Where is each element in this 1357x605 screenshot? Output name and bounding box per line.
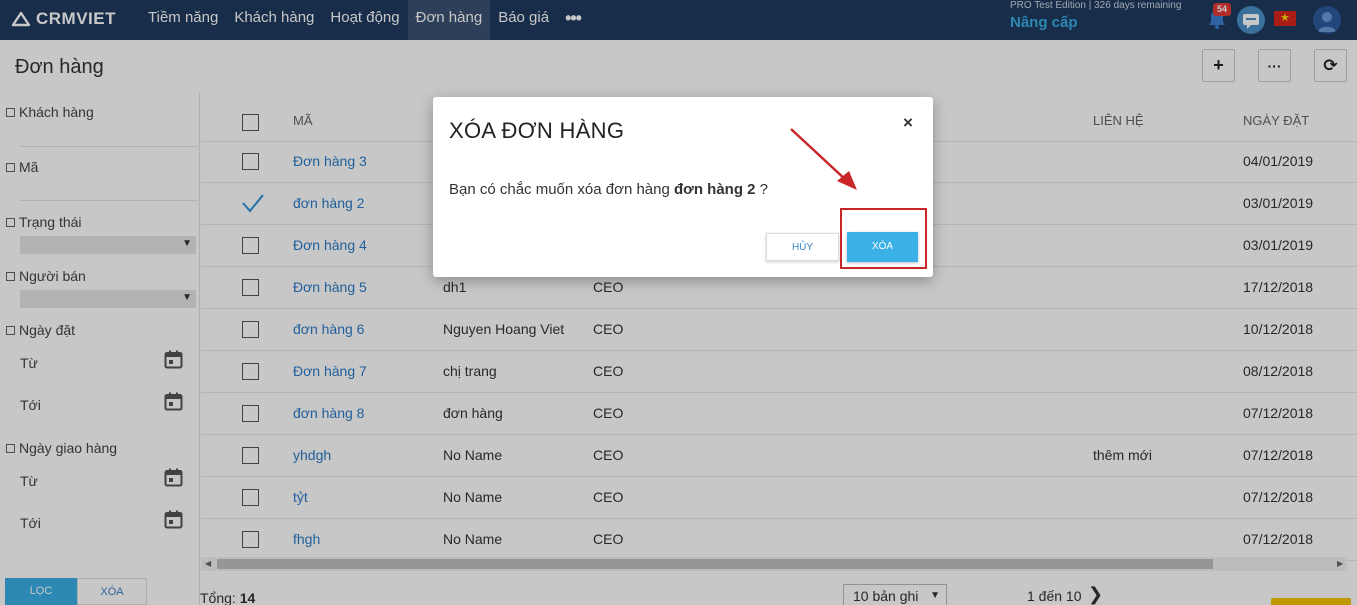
modal-title: XÓA ĐƠN HÀNG [449, 118, 625, 143]
modal-backdrop-top [0, 0, 1357, 40]
annotation-highlight-box [840, 208, 927, 269]
modal-message-target: đơn hàng 2 [674, 181, 756, 198]
annotation-arrow-icon [790, 128, 857, 190]
close-icon[interactable]: × [903, 113, 913, 133]
modal-message: Bạn có chắc muốn xóa đơn hàng đơn hàng 2… [449, 181, 768, 198]
cancel-button[interactable]: HỦY [766, 233, 839, 261]
modal-message-prefix: Bạn có chắc muốn xóa đơn hàng [449, 181, 670, 198]
modal-message-suffix: ? [759, 181, 769, 198]
